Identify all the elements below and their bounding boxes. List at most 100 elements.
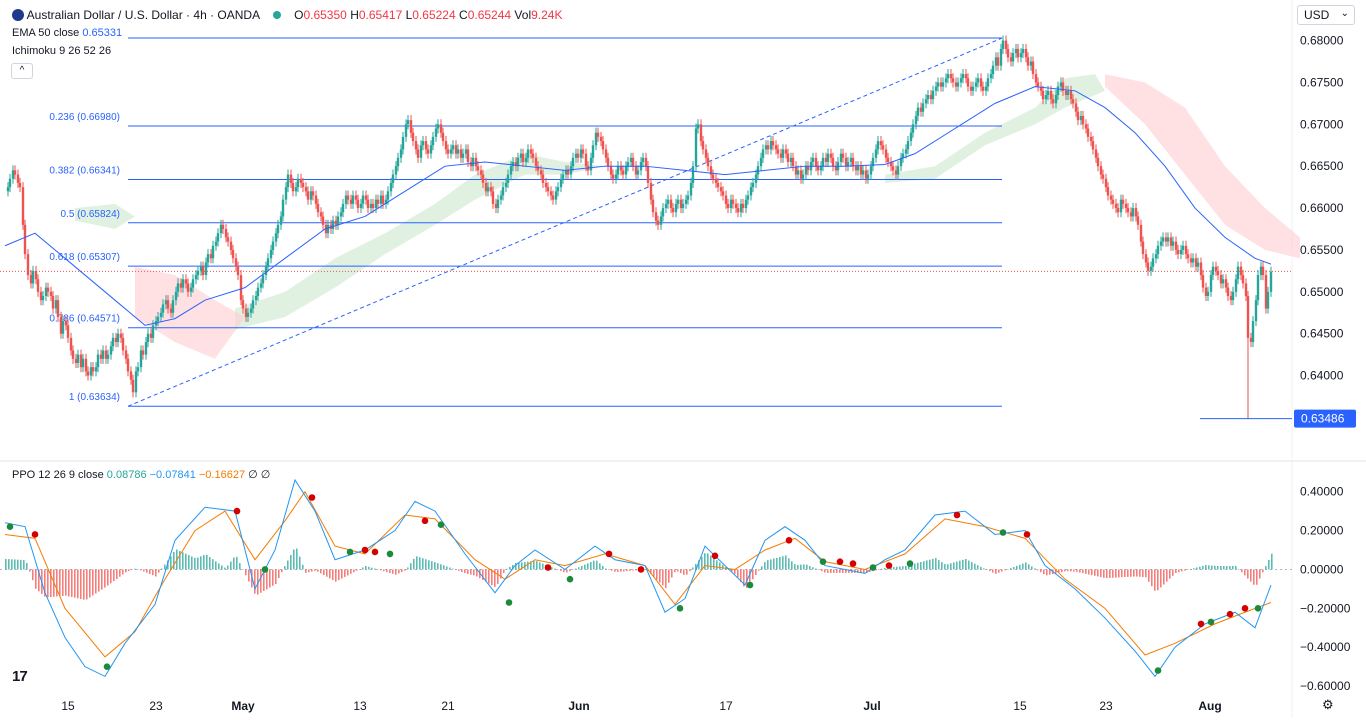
candle-body-277 <box>696 124 700 129</box>
gear-icon[interactable]: ⚙ <box>1322 697 1334 713</box>
candle-body-289 <box>726 203 730 209</box>
candle-body-376 <box>944 78 948 83</box>
ppo-cross-dot-24 <box>869 564 877 571</box>
ema-legend[interactable]: EMA 50 close 0.65331 <box>12 27 122 39</box>
ppo-hist-bar-921 <box>926 560 928 570</box>
candle-body-494 <box>1239 266 1243 276</box>
candle-body-373 <box>936 82 940 87</box>
candle-body-369 <box>926 95 930 100</box>
ppo-hist-bar-618 <box>623 569 625 572</box>
ppo-cross-dot-30 <box>1154 667 1162 674</box>
ppo-hist-bar-168 <box>173 551 175 570</box>
ppo-hist-bar-1017 <box>1022 563 1024 570</box>
candle-body-51 <box>131 379 135 393</box>
candle-body-21 <box>56 300 60 317</box>
candle-body-379 <box>951 78 955 83</box>
chart-root[interactable]: 0.236 (0.66980) 0.382 (0.66341) 0.5 (0.658… <box>0 0 1366 718</box>
ppo-hist-bar-1011 <box>1016 565 1018 570</box>
ppo-hist-bar-336 <box>341 569 343 579</box>
candle-body-105 <box>266 258 270 267</box>
candle-body-321 <box>806 166 810 171</box>
candle-body-341 <box>856 166 860 171</box>
candle-body-111 <box>281 199 285 217</box>
ppo-hist-bar-714 <box>719 562 721 570</box>
ppo-hist-bar-216 <box>221 565 223 570</box>
tradingview-logo-icon[interactable]: 17 <box>12 668 28 685</box>
candle-body-263 <box>661 208 665 217</box>
ppo-hist-bar-792 <box>797 564 799 570</box>
candle-body-145 <box>366 199 370 209</box>
currency-select[interactable]: USD ⌄ <box>1297 5 1355 25</box>
candle-body-169 <box>426 149 430 154</box>
ppo-hist-bar-591 <box>596 560 598 570</box>
ppo-hist-bar-165 <box>170 556 172 570</box>
ppo-hist-bar-969 <box>974 563 976 570</box>
candle-body-100 <box>254 296 258 301</box>
ppo-legend[interactable]: PPO 12 26 9 close 0.08786 −0.07841 −0.16… <box>12 468 270 481</box>
ppo-hist-bar-294 <box>299 556 301 570</box>
candle-body-8 <box>23 224 27 255</box>
candle-body-127 <box>321 216 325 225</box>
candle-body-19 <box>51 296 55 309</box>
candle-body-425 <box>1066 90 1070 95</box>
ppo-hist-bar-513 <box>518 562 520 570</box>
ppo-hist-bar-594 <box>599 563 601 570</box>
candle-body-93 <box>236 266 240 276</box>
symbol-title[interactable]: Australian Dollar / U.S. Dollar · 4h · O… <box>27 8 260 22</box>
ppo-hist-bar-159 <box>164 564 166 570</box>
candle-body-13 <box>36 279 40 292</box>
ppo-hist-bar-465 <box>470 569 472 575</box>
ichimoku-cloud-bear-0 <box>135 266 245 359</box>
ppo-hist-bar-663 <box>668 569 670 583</box>
ppo-line-value: −0.07841 <box>149 469 196 481</box>
ppo-hist-bar-1167 <box>1172 569 1174 576</box>
candle-body-469 <box>1176 249 1180 255</box>
candle-body-350 <box>879 141 883 146</box>
ppo-hist-bar-603 <box>608 569 610 570</box>
candle-body-266 <box>669 199 673 209</box>
candle-body-384 <box>964 74 968 79</box>
ppo-hist-bar-837 <box>842 569 844 573</box>
candle-body-248 <box>624 166 628 175</box>
ppo-hist-bar-231 <box>236 556 238 570</box>
ppo-hist-bar-1188 <box>1193 568 1195 570</box>
candle-body-426 <box>1069 90 1073 100</box>
candle-body-200 <box>504 182 508 188</box>
ppo-hist-bar-483 <box>488 569 490 584</box>
ppo-hist-bar-528 <box>533 560 535 570</box>
ppo-hist-bar-984 <box>989 569 991 572</box>
ichimoku-legend[interactable]: Ichimoku 9 26 52 26 <box>12 45 111 57</box>
ppo-hist-bar-933 <box>938 560 940 570</box>
collapse-legend-button[interactable]: ^ <box>11 63 33 79</box>
ppo-hist-bar-132 <box>137 569 139 570</box>
candle-body-443 <box>1111 199 1115 204</box>
candle-body-319 <box>801 174 805 179</box>
ppo-hist-bar-321 <box>326 569 328 577</box>
ppo-hist-bar-117 <box>122 569 124 575</box>
ppo-hist-bar-198 <box>203 555 205 570</box>
candle-body-197 <box>496 199 500 209</box>
candle-body-173 <box>436 124 440 129</box>
chart-svg[interactable]: 0.236 (0.66980) 0.382 (0.66341) 0.5 (0.658… <box>0 0 1366 718</box>
candle-body-475 <box>1191 258 1195 263</box>
candle-body-215 <box>541 174 545 183</box>
candle-body-305 <box>766 145 770 150</box>
ppo-hist-bar-381 <box>386 569 388 573</box>
candle-body-272 <box>684 199 688 204</box>
candle-body-433 <box>1086 128 1090 137</box>
ppo-hist-bar-936 <box>941 562 943 570</box>
candle-body-383 <box>961 74 965 79</box>
ppo-hist-bar-858 <box>863 569 865 573</box>
ppo-hist-bar-1260 <box>1265 566 1267 570</box>
ppo-hist-bar-1080 <box>1085 569 1087 574</box>
ppo-hist-bar-555 <box>560 569 562 571</box>
ppo-hist-bar-1137 <box>1142 569 1144 578</box>
ppo-hist-bar-1116 <box>1121 569 1123 578</box>
candle-body-133 <box>336 216 340 225</box>
candle-body-32 <box>84 358 88 372</box>
ppo-hist-bar-1059 <box>1064 569 1066 572</box>
ppo-hist-bar-108 <box>113 569 115 582</box>
ppo-tick-1: 0.20000 <box>1300 524 1344 538</box>
candle-body-378 <box>949 74 953 79</box>
ppo-hist-bar-684 <box>689 569 691 572</box>
